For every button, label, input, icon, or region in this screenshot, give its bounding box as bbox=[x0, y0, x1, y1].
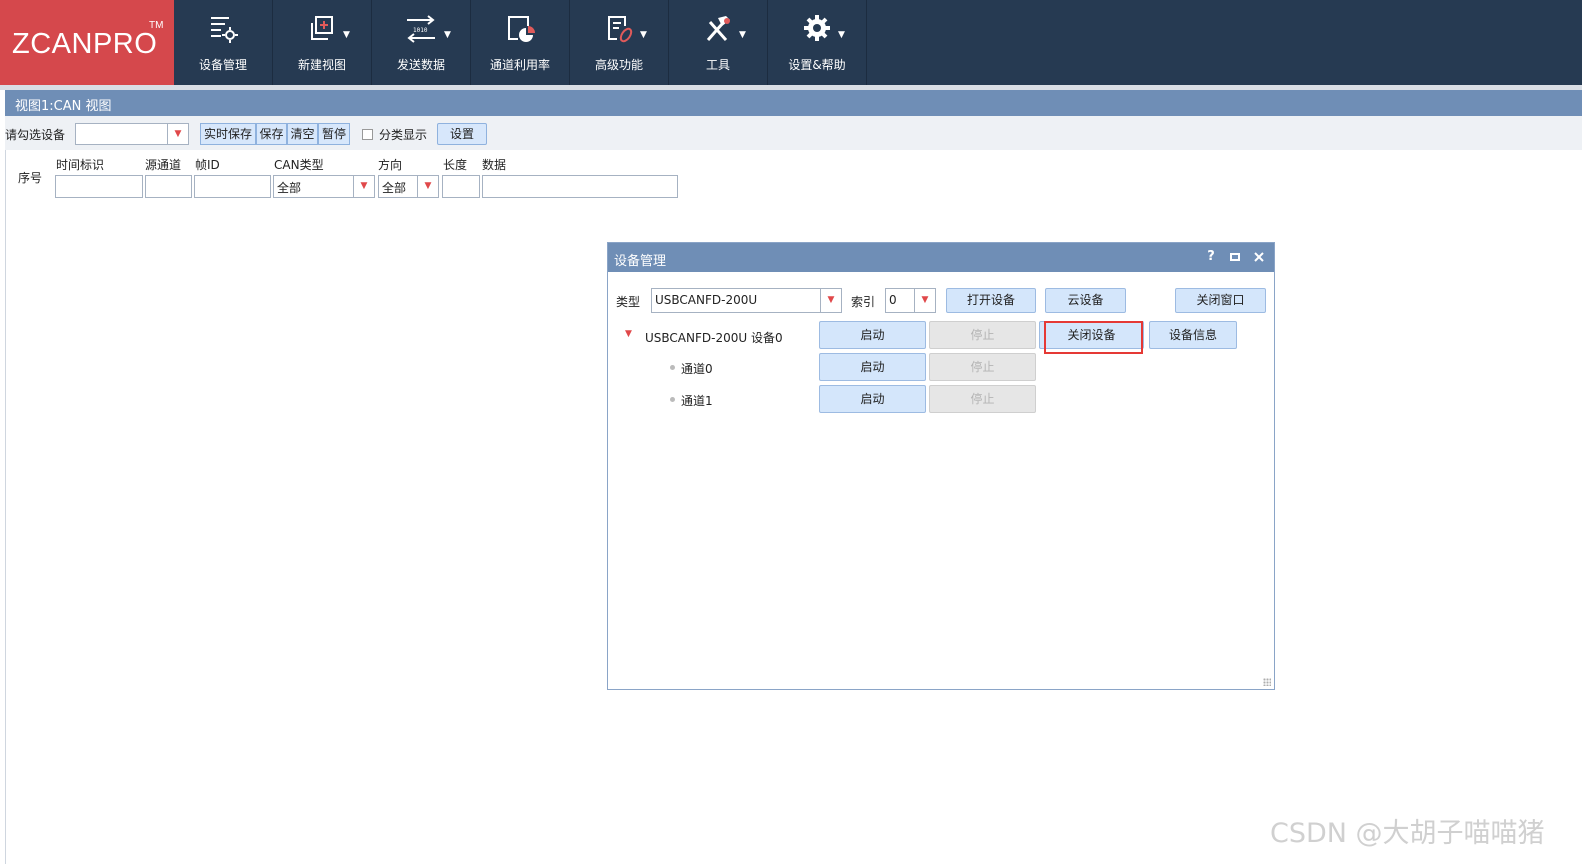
clear-button[interactable]: 清空 bbox=[287, 123, 318, 145]
ribbon-label: 高级功能 bbox=[594, 58, 643, 72]
ribbon-new-view-button[interactable]: ▼ 新建视图 bbox=[273, 0, 372, 85]
device-select-combo[interactable]: ▼ bbox=[75, 123, 189, 145]
source-channel-filter-input[interactable] bbox=[145, 175, 192, 198]
direction-filter-combo[interactable]: 全部 ▼ bbox=[378, 175, 439, 198]
dialog-title-bar[interactable]: 设备管理 ? bbox=[608, 243, 1274, 272]
device-index-value: 0 bbox=[889, 293, 897, 307]
category-display-label: 分类显示 bbox=[379, 128, 428, 142]
device-manage-icon bbox=[211, 17, 238, 43]
tree-expand-arrow-icon[interactable]: ▼ bbox=[625, 329, 632, 339]
can-type-filter-value: 全部 bbox=[277, 181, 302, 195]
device-manager-dialog: 设备管理 ? 类型 USBCANFD-200U ▼ 索引 0 ▼ 打开设备 云设… bbox=[607, 242, 1275, 690]
ribbon-label: 发送数据 bbox=[396, 58, 445, 72]
view-left-border bbox=[5, 150, 6, 864]
ribbon-channel-usage-button[interactable]: 通道利用率 bbox=[471, 0, 570, 85]
dropdown-arrow-icon[interactable]: ▼ bbox=[167, 124, 188, 144]
device-type-value: USBCANFD-200U bbox=[655, 293, 758, 307]
device-info-button[interactable]: 设备信息 bbox=[1149, 321, 1237, 349]
channel0-start-button[interactable]: 启动 bbox=[819, 353, 926, 381]
save-button[interactable]: 保存 bbox=[256, 123, 287, 145]
open-device-button[interactable]: 打开设备 bbox=[946, 288, 1036, 313]
dropdown-arrow-icon[interactable]: ▼ bbox=[353, 176, 374, 197]
data-filter-input[interactable] bbox=[482, 175, 678, 198]
device-type-combo[interactable]: USBCANFD-200U ▼ bbox=[651, 288, 842, 313]
ribbon-bar: ZCANPRO TM 设备管理 ▼ 新建视图 1010 ▼ 发送数据 通道利用率… bbox=[0, 0, 1582, 85]
svg-text:1010: 1010 bbox=[413, 27, 428, 34]
resize-grip-icon[interactable] bbox=[1263, 678, 1271, 686]
category-display-checkbox[interactable] bbox=[362, 129, 373, 140]
col-header-direction: 方向 bbox=[378, 158, 403, 172]
view-toolbar: 请勾选设备 ▼ 实时保存 保存 清空 暂停 分类显示 设置 bbox=[5, 116, 1582, 150]
direction-filter-value: 全部 bbox=[382, 181, 407, 195]
close-icon bbox=[1254, 252, 1264, 262]
send-data-icon: 1010 bbox=[407, 15, 435, 43]
dialog-title: 设备管理 bbox=[614, 254, 667, 269]
realtime-save-button[interactable]: 实时保存 bbox=[200, 123, 256, 145]
col-header-length: 长度 bbox=[443, 158, 468, 172]
watermark: CSDN @大胡子喵喵猪 bbox=[1270, 818, 1545, 849]
tools-icon bbox=[706, 16, 730, 41]
close-button[interactable] bbox=[1250, 248, 1268, 266]
caret-down-icon: ▼ bbox=[343, 30, 350, 40]
ribbon-tools-button[interactable]: ▼ 工具 bbox=[669, 0, 768, 85]
close-window-button[interactable]: 关闭窗口 bbox=[1175, 288, 1266, 313]
ribbon-label: 工具 bbox=[705, 58, 730, 72]
dropdown-arrow-icon[interactable]: ▼ bbox=[417, 176, 438, 197]
ribbon-device-manage-button[interactable]: 设备管理 bbox=[174, 0, 273, 85]
col-header-source-channel: 源通道 bbox=[145, 158, 182, 172]
ribbon-advanced-button[interactable]: ▼ 高级功能 bbox=[570, 0, 669, 85]
device-index-label: 索引 bbox=[851, 295, 876, 309]
logo-text: ZCANPRO bbox=[12, 28, 158, 60]
view-tab-title[interactable]: 视图1:CAN 视图 bbox=[5, 90, 1582, 116]
help-button[interactable]: ? bbox=[1202, 248, 1220, 266]
col-header-can-type: CAN类型 bbox=[274, 158, 324, 172]
dropdown-arrow-icon[interactable]: ▼ bbox=[914, 289, 935, 312]
tree-bullet-icon bbox=[670, 397, 675, 402]
caret-down-icon: ▼ bbox=[739, 30, 746, 40]
logo-trademark: TM bbox=[149, 20, 164, 31]
ribbon-settings-help-button[interactable]: ▼ 设置&帮助 bbox=[768, 0, 867, 85]
timestamp-filter-input[interactable] bbox=[55, 175, 143, 198]
settings-button[interactable]: 设置 bbox=[437, 123, 487, 145]
device-start-button[interactable]: 启动 bbox=[819, 321, 926, 349]
highlight-box bbox=[1044, 321, 1143, 354]
channel-usage-icon bbox=[508, 16, 535, 42]
channel1-stop-button[interactable]: 停止 bbox=[929, 385, 1036, 413]
caret-down-icon: ▼ bbox=[640, 30, 647, 40]
ribbon-label: 通道利用率 bbox=[489, 58, 550, 72]
device-index-combo[interactable]: 0 ▼ bbox=[885, 288, 936, 313]
can-type-filter-combo[interactable]: 全部 ▼ bbox=[273, 175, 375, 198]
app-logo: ZCANPRO TM bbox=[0, 0, 174, 85]
maximize-button[interactable] bbox=[1226, 248, 1244, 266]
ribbon-label: 设备管理 bbox=[198, 58, 247, 72]
channel1-start-button[interactable]: 启动 bbox=[819, 385, 926, 413]
pause-button[interactable]: 暂停 bbox=[318, 123, 350, 145]
gear-icon bbox=[804, 15, 830, 41]
ribbon-label: 新建视图 bbox=[297, 58, 346, 72]
col-header-frame-id: 帧ID bbox=[195, 158, 220, 172]
ribbon-label: 设置&帮助 bbox=[788, 58, 846, 72]
col-header-index: 序号 bbox=[18, 171, 43, 185]
tree-bullet-icon bbox=[670, 365, 675, 370]
device-type-label: 类型 bbox=[616, 295, 641, 309]
col-header-data: 数据 bbox=[482, 158, 507, 172]
advanced-icon bbox=[608, 16, 633, 43]
dropdown-arrow-icon[interactable]: ▼ bbox=[820, 289, 841, 312]
col-header-timestamp: 时间标识 bbox=[56, 158, 105, 172]
channel0-stop-button[interactable]: 停止 bbox=[929, 353, 1036, 381]
maximize-icon bbox=[1230, 253, 1240, 261]
channel-tree-item[interactable]: 通道0 bbox=[681, 360, 713, 377]
view-title-text: 视图1:CAN 视图 bbox=[15, 99, 112, 114]
caret-down-icon: ▼ bbox=[838, 30, 845, 40]
length-filter-input[interactable] bbox=[442, 175, 480, 198]
device-stop-button[interactable]: 停止 bbox=[929, 321, 1036, 349]
cloud-device-button[interactable]: 云设备 bbox=[1045, 288, 1126, 313]
ribbon-send-data-button[interactable]: 1010 ▼ 发送数据 bbox=[372, 0, 471, 85]
caret-down-icon: ▼ bbox=[444, 30, 451, 40]
frame-id-filter-input[interactable] bbox=[194, 175, 271, 198]
channel-tree-item[interactable]: 通道1 bbox=[681, 392, 713, 409]
device-select-label: 请勾选设备 bbox=[5, 128, 66, 142]
device-tree-item[interactable]: USBCANFD-200U 设备0 bbox=[645, 329, 783, 346]
new-view-icon bbox=[311, 16, 333, 40]
